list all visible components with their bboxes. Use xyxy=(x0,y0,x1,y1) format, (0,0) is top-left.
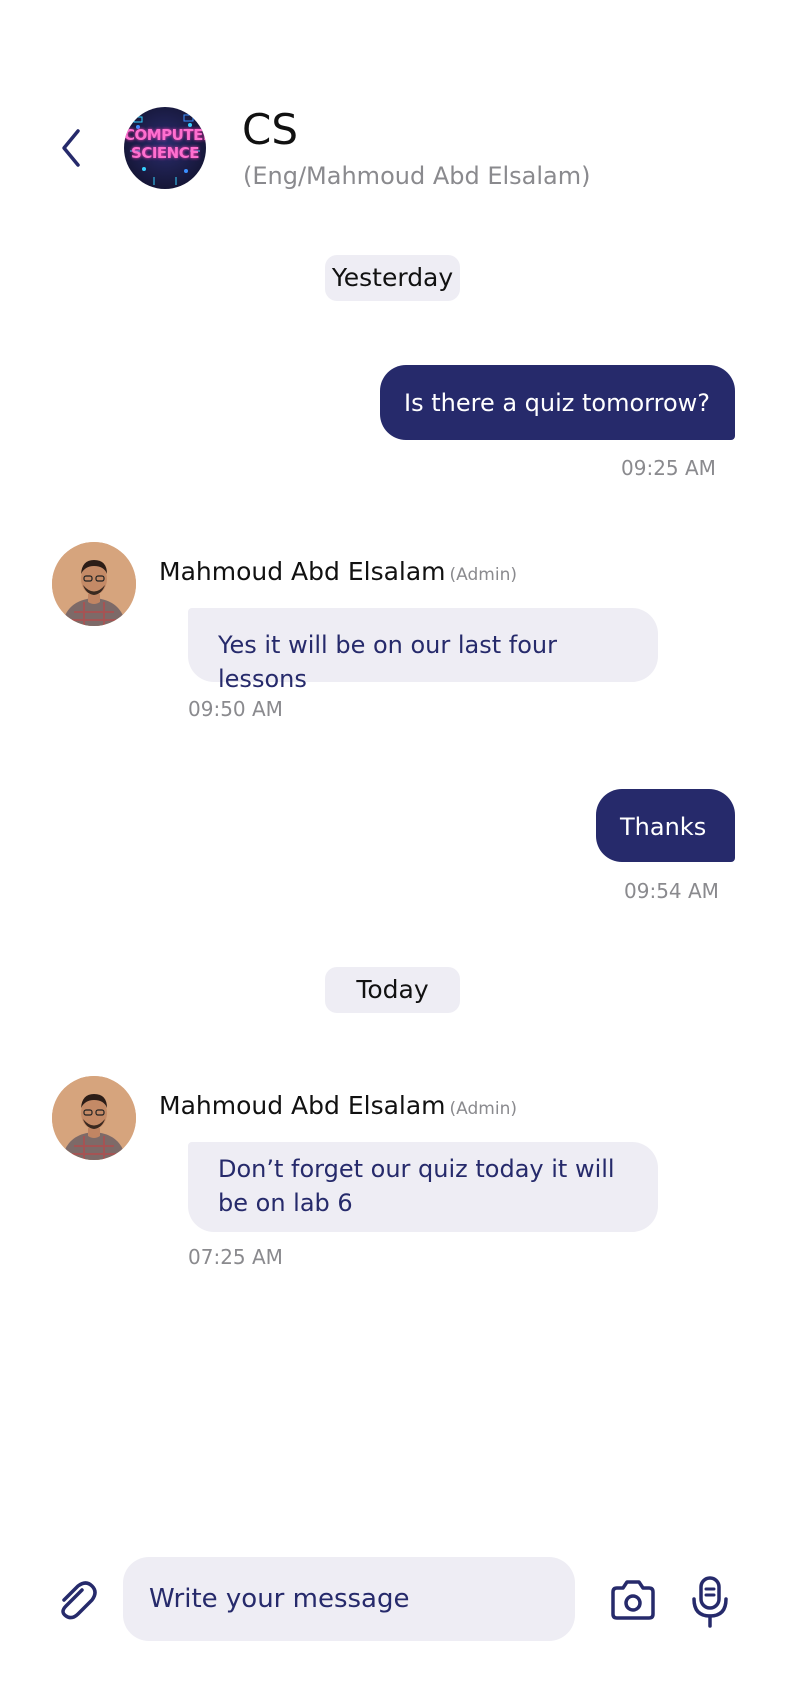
person-avatar-icon xyxy=(52,542,136,626)
attach-button[interactable] xyxy=(52,1576,100,1624)
chat-subtitle: (Eng/Mahmoud Abd Elsalam) xyxy=(243,162,591,190)
role-badge: (Admin) xyxy=(449,565,517,585)
group-logo-text: COMPUTER SCIENCE xyxy=(124,126,206,162)
avatar[interactable] xyxy=(52,1076,136,1160)
date-chip-yesterday: Yesterday xyxy=(325,255,460,301)
camera-button[interactable] xyxy=(608,1576,658,1624)
message-time: 07:25 AM xyxy=(188,1245,283,1269)
sender-name: Mahmoud Abd Elsalam (Admin) xyxy=(159,1091,517,1120)
chat-title: CS xyxy=(242,105,298,154)
back-button[interactable] xyxy=(56,126,88,170)
incoming-message-bubble[interactable]: Don’t forget our quiz today it will be o… xyxy=(188,1142,658,1232)
group-avatar[interactable]: COMPUTER SCIENCE xyxy=(124,107,206,189)
chevron-left-icon xyxy=(62,129,80,167)
message-input[interactable] xyxy=(123,1557,575,1641)
person-avatar-icon xyxy=(52,1076,136,1160)
microphone-icon xyxy=(692,1576,728,1628)
camera-icon xyxy=(611,1580,655,1620)
outgoing-message-bubble[interactable]: Is there a quiz tomorrow? xyxy=(380,365,735,440)
date-chip-today: Today xyxy=(325,967,460,1013)
message-time: 09:25 AM xyxy=(621,456,716,480)
paperclip-icon xyxy=(61,1581,97,1620)
outgoing-message-bubble[interactable]: Thanks xyxy=(596,789,735,862)
incoming-message-bubble[interactable]: Yes it will be on our last four lessons xyxy=(188,608,658,693)
sender-name: Mahmoud Abd Elsalam (Admin) xyxy=(159,557,517,586)
message-time: 09:54 AM xyxy=(624,879,719,903)
role-badge: (Admin) xyxy=(449,1099,517,1119)
avatar[interactable] xyxy=(52,542,136,626)
microphone-button[interactable] xyxy=(690,1575,730,1629)
message-time: 09:50 AM xyxy=(188,697,283,721)
